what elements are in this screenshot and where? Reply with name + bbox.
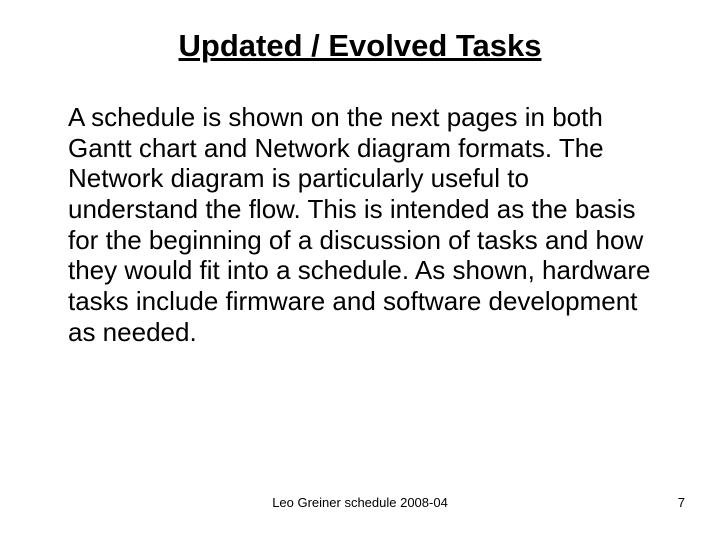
- slide-title: Updated / Evolved Tasks: [110, 28, 610, 64]
- page-number: 7: [678, 495, 685, 510]
- slide-container: Updated / Evolved Tasks A schedule is sh…: [0, 0, 720, 540]
- slide-footer: Leo Greiner schedule 2008-04: [0, 495, 720, 510]
- slide-body-text: A schedule is shown on the next pages in…: [60, 102, 660, 347]
